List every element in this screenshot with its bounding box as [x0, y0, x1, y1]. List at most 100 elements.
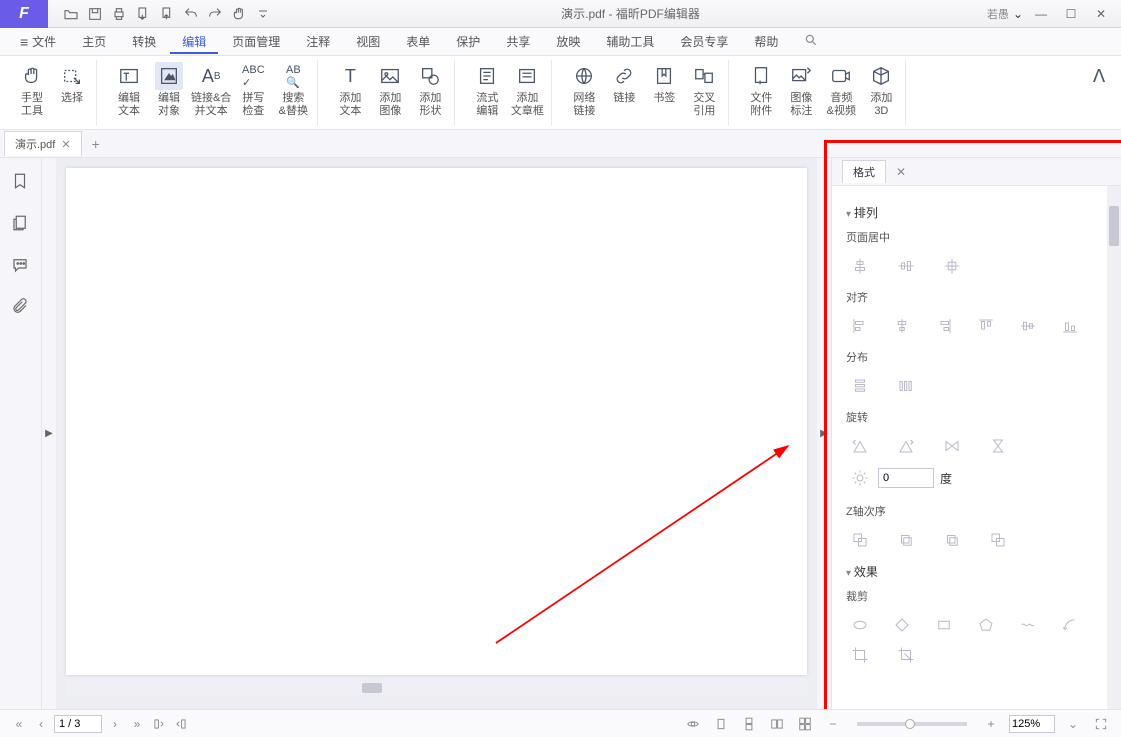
distribute-horizontal-icon[interactable] [894, 375, 918, 397]
center-vertical-icon[interactable] [894, 255, 918, 277]
menu-convert[interactable]: 转换 [120, 29, 168, 54]
prev-page-button[interactable]: ‹ [32, 715, 50, 733]
view-facing-icon[interactable] [767, 715, 787, 733]
section-effect[interactable]: 效果 [846, 563, 1093, 580]
right-panel-toggle[interactable]: ▶ [817, 158, 831, 709]
section-arrange[interactable]: 排列 [846, 204, 1093, 221]
last-page-button[interactable]: » [128, 715, 146, 733]
bring-front-icon[interactable] [848, 529, 872, 551]
attachment-button[interactable]: 文件 附件 [743, 60, 779, 126]
search-replace-button[interactable]: AB🔍搜索 &替换 [275, 60, 311, 126]
menu-page[interactable]: 页面管理 [220, 29, 292, 54]
align-right-icon[interactable] [932, 315, 956, 337]
xref-button[interactable]: 交叉 引用 [686, 60, 722, 126]
minimize-icon[interactable]: — [1027, 3, 1055, 25]
new-tab-button[interactable]: + [82, 132, 110, 156]
hand-tool-icon[interactable] [228, 3, 250, 25]
edit-text-button[interactable]: 编辑 文本 [111, 60, 147, 126]
comments-panel-icon[interactable] [11, 256, 31, 276]
select-tool-button[interactable]: 选择 [54, 60, 90, 126]
hand-tool-button[interactable]: 手型 工具 [14, 60, 50, 126]
distribute-vertical-icon[interactable] [848, 375, 872, 397]
flip-horizontal-icon[interactable] [940, 435, 964, 457]
open-icon[interactable] [60, 3, 82, 25]
crop-tool-icon[interactable] [848, 644, 872, 666]
first-page-button[interactable]: « [10, 715, 28, 733]
link-button[interactable]: 链接 [606, 60, 642, 126]
zoom-slider[interactable] [857, 722, 967, 726]
align-bottom-icon[interactable] [1058, 315, 1082, 337]
add-paragraph-button[interactable]: 添加 文章框 [509, 60, 545, 126]
zoom-in-button[interactable]: + [981, 715, 1001, 733]
flip-vertical-icon[interactable] [986, 435, 1010, 457]
crop-perspective-icon[interactable] [894, 644, 918, 666]
menu-file[interactable]: ≡文件 [8, 29, 68, 54]
doc-tab[interactable]: 演示.pdf ✕ [4, 131, 82, 156]
menu-edit[interactable]: 编辑 [170, 29, 218, 54]
align-top-icon[interactable] [974, 315, 998, 337]
link-merge-button[interactable]: AB链接&合 并文本 [191, 60, 231, 126]
rotation-input[interactable] [878, 468, 934, 488]
panel-vertical-scrollbar[interactable] [1107, 186, 1121, 709]
page-in-icon[interactable] [132, 3, 154, 25]
menu-form[interactable]: 表单 [394, 29, 442, 54]
redo-icon[interactable] [204, 3, 226, 25]
bookmark-button[interactable]: 书签 [646, 60, 682, 126]
align-center-h-icon[interactable] [890, 315, 914, 337]
weblink-button[interactable]: 网络 链接 [566, 60, 602, 126]
nav-back-button[interactable] [150, 715, 168, 733]
align-middle-v-icon[interactable] [1016, 315, 1040, 337]
rotate-left-icon[interactable] [848, 435, 872, 457]
center-horizontal-icon[interactable] [848, 255, 872, 277]
crop-pentagon-icon[interactable] [974, 614, 998, 636]
close-tab-icon[interactable]: ✕ [61, 138, 70, 151]
crop-curve-icon[interactable] [1058, 614, 1082, 636]
menu-vip[interactable]: 会员专享 [668, 29, 740, 54]
nav-forward-button[interactable] [172, 715, 190, 733]
rotation-gear-icon[interactable] [848, 467, 872, 489]
menu-assist[interactable]: 辅助工具 [594, 29, 666, 54]
close-panel-icon[interactable]: ✕ [896, 165, 906, 179]
add-text-button[interactable]: T添加 文本 [332, 60, 368, 126]
spellcheck-button[interactable]: ABC✓拼写 检查 [235, 60, 271, 126]
pages-panel-icon[interactable] [11, 214, 31, 234]
reading-mode-icon[interactable] [683, 715, 703, 733]
edit-object-button[interactable]: 编辑 对象 [151, 60, 187, 126]
crop-rect-icon[interactable] [932, 614, 956, 636]
view-continuous-icon[interactable] [739, 715, 759, 733]
menu-present[interactable]: 放映 [544, 29, 592, 54]
menu-comment[interactable]: 注释 [294, 29, 342, 54]
view-facing-cont-icon[interactable] [795, 715, 815, 733]
crop-wave-icon[interactable] [1016, 614, 1040, 636]
zoom-out-button[interactable]: − [823, 715, 843, 733]
add-3d-button[interactable]: 添加 3D [863, 60, 899, 126]
close-window-icon[interactable]: ✕ [1087, 3, 1115, 25]
user-dropdown-icon[interactable]: ⌄ [1013, 7, 1023, 21]
page-out-icon[interactable] [156, 3, 178, 25]
send-back-icon[interactable] [986, 529, 1010, 551]
center-both-icon[interactable] [940, 255, 964, 277]
flow-edit-button[interactable]: 流式 编辑 [469, 60, 505, 126]
view-single-icon[interactable] [711, 715, 731, 733]
page-input[interactable] [54, 715, 102, 733]
maximize-icon[interactable]: ☐ [1057, 3, 1085, 25]
format-tab[interactable]: 格式 [842, 160, 886, 183]
menu-home[interactable]: 主页 [70, 29, 118, 54]
save-icon[interactable] [84, 3, 106, 25]
crop-diamond-icon[interactable] [890, 614, 914, 636]
undo-icon[interactable] [180, 3, 202, 25]
audio-video-button[interactable]: 音频 &视频 [823, 60, 859, 126]
next-page-button[interactable]: › [106, 715, 124, 733]
horizontal-scrollbar[interactable] [66, 681, 807, 695]
menu-help[interactable]: 帮助 [742, 29, 790, 54]
menu-protect[interactable]: 保护 [444, 29, 492, 54]
qat-dropdown-icon[interactable] [252, 3, 274, 25]
image-note-button[interactable]: 图像 标注 [783, 60, 819, 126]
send-backward-icon[interactable] [940, 529, 964, 551]
user-name[interactable]: 若愚 [987, 6, 1009, 22]
rotate-right-icon[interactable] [894, 435, 918, 457]
fullscreen-icon[interactable] [1091, 715, 1111, 733]
bookmark-panel-icon[interactable] [11, 172, 31, 192]
pdf-page[interactable] [66, 168, 807, 675]
align-left-icon[interactable] [848, 315, 872, 337]
